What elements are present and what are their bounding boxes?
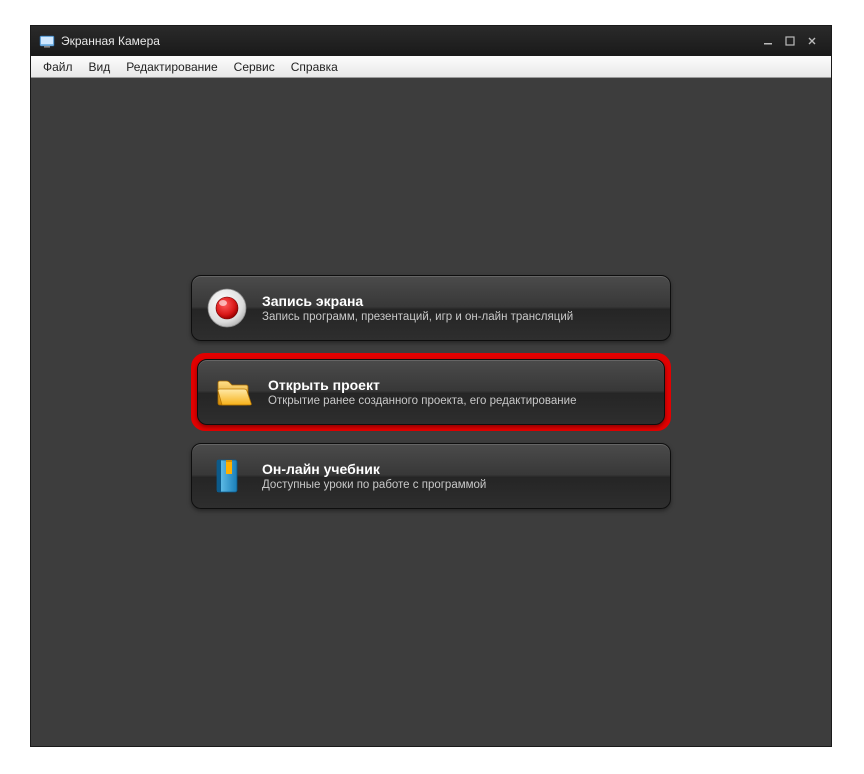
app-title: Экранная Камера <box>61 34 160 48</box>
card-online-tutorial[interactable]: Он-лайн учебник Доступные уроки по работ… <box>191 443 671 509</box>
card-text: Открыть проект Открытие ранее созданного… <box>268 377 576 407</box>
card-title: Запись экрана <box>262 293 573 309</box>
card-subtitle: Запись программ, презентаций, игр и он-л… <box>262 311 573 323</box>
card-text: Он-лайн учебник Доступные уроки по работ… <box>262 461 486 491</box>
record-icon <box>206 287 248 329</box>
menu-edit[interactable]: Редактирование <box>118 58 225 76</box>
card-online-tutorial-wrap: Он-лайн учебник Доступные уроки по работ… <box>191 443 671 509</box>
menubar: Файл Вид Редактирование Сервис Справка <box>31 56 831 78</box>
menu-file[interactable]: Файл <box>35 58 81 76</box>
card-title: Он-лайн учебник <box>262 461 486 477</box>
content-area: Запись экрана Запись программ, презентац… <box>31 78 831 746</box>
minimize-button[interactable] <box>757 32 779 50</box>
maximize-button[interactable] <box>779 32 801 50</box>
menu-view[interactable]: Вид <box>81 58 119 76</box>
titlebar: Экранная Камера <box>31 26 831 56</box>
card-stack: Запись экрана Запись программ, презентац… <box>191 275 671 509</box>
card-title: Открыть проект <box>268 377 576 393</box>
book-icon <box>206 455 248 497</box>
card-open-project-wrap: Открыть проект Открытие ранее созданного… <box>191 353 671 431</box>
card-text: Запись экрана Запись программ, презентац… <box>262 293 573 323</box>
menu-service[interactable]: Сервис <box>226 58 283 76</box>
app-window: Экранная Камера Файл Вид Редактирование … <box>30 25 832 747</box>
card-subtitle: Открытие ранее созданного проекта, его р… <box>268 395 576 407</box>
folder-icon <box>212 371 254 413</box>
card-record-screen-wrap: Запись экрана Запись программ, презентац… <box>191 275 671 341</box>
card-open-project[interactable]: Открыть проект Открытие ранее созданного… <box>197 359 665 425</box>
close-button[interactable] <box>801 32 823 50</box>
menu-help[interactable]: Справка <box>283 58 346 76</box>
app-icon <box>39 33 55 49</box>
card-record-screen[interactable]: Запись экрана Запись программ, презентац… <box>191 275 671 341</box>
card-subtitle: Доступные уроки по работе с программой <box>262 479 486 491</box>
